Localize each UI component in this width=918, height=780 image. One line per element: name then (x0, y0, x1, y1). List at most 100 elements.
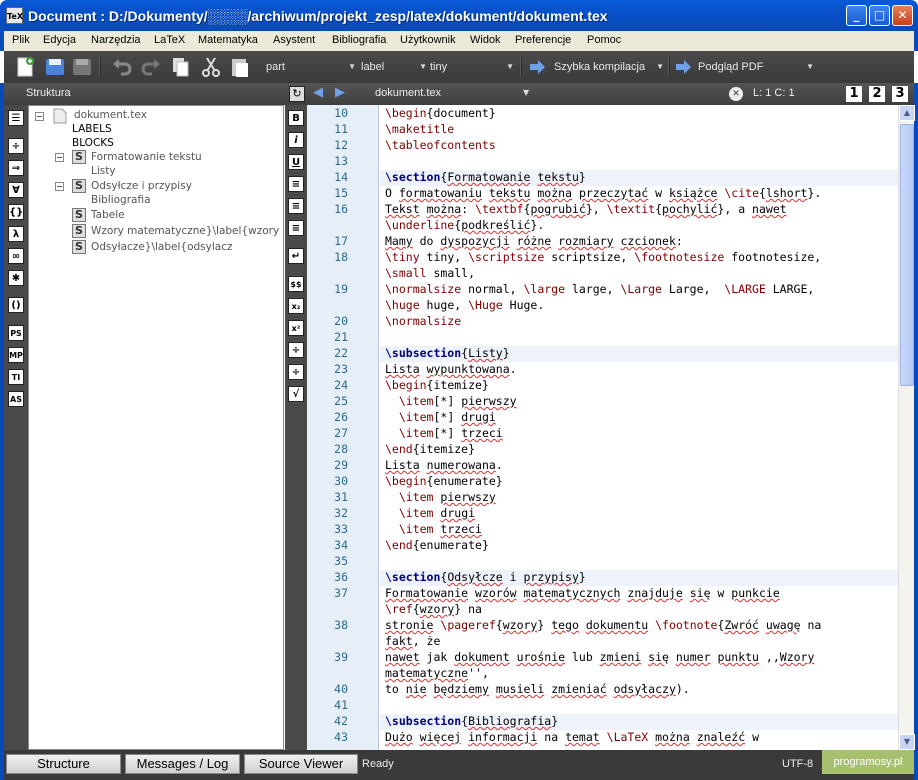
collapse-toggle-icon[interactable]: − (55, 182, 64, 191)
code-line[interactable]: Mamy do dyspozycji różne rozmiary czcion… (385, 234, 683, 248)
arrows-icon[interactable]: ⇒ (8, 160, 24, 176)
code-line[interactable]: Lista numerowana. (385, 458, 503, 472)
pstricks-icon[interactable]: PS (8, 325, 24, 341)
asymptote-icon[interactable]: AS (8, 391, 24, 407)
code-line[interactable]: O formatowaniu tekstu można przeczytać w… (385, 186, 821, 200)
tree-root-file[interactable]: dokument.tex (74, 109, 147, 121)
code-line[interactable]: fakt, że (385, 634, 440, 648)
source-viewer-button[interactable]: Source Viewer (244, 754, 358, 774)
cut-icon[interactable] (200, 56, 222, 78)
new-file-icon[interactable] (14, 56, 36, 78)
code-line[interactable]: Formatowanie wzorów matematycznych znajd… (385, 586, 780, 600)
vertical-scrollbar[interactable]: ▲ ▼ (898, 105, 915, 750)
subscript-icon[interactable]: x₂ (288, 298, 304, 314)
save-all-icon[interactable] (71, 56, 93, 78)
tree-section[interactable]: S Odsyłacze}\label{odsylacz (72, 240, 232, 254)
menu-plik[interactable]: Plik (12, 34, 30, 46)
copy-icon[interactable] (170, 56, 192, 78)
label-combo[interactable]: label ▼ (361, 58, 429, 76)
encoding-indicator[interactable]: UTF-8 (782, 758, 813, 770)
code-editor[interactable]: \begin{document} \maketitle \tableofconten… (380, 105, 898, 750)
code-line[interactable]: \item[*] pierwszy (385, 394, 517, 408)
document-tab[interactable]: dokument.tex (375, 87, 441, 99)
structure-button[interactable]: Structure (6, 754, 121, 774)
menu-narzedzia[interactable]: Narzędzia (91, 34, 141, 46)
preview-arrow-icon[interactable] (674, 58, 692, 76)
preview-combo[interactable]: Podgląd PDF ▼ (698, 58, 816, 76)
menu-pomoc[interactable]: Pomoc (587, 34, 621, 46)
scrollbar-thumb[interactable] (900, 124, 914, 386)
undo-icon[interactable] (111, 56, 133, 78)
code-line[interactable]: matematyczne'', (385, 666, 489, 680)
menu-edycja[interactable]: Edycja (43, 34, 76, 46)
menu-asystent[interactable]: Asystent (273, 34, 315, 46)
code-line[interactable]: \item pierwszy (385, 490, 496, 504)
tree-section[interactable]: S Odsyłcze i przypisy (72, 179, 192, 193)
asterisk-icon[interactable]: ✱ (8, 270, 24, 286)
code-line[interactable]: Dużo więcej informacji na temat \LaTeX m… (385, 730, 759, 744)
scroll-down-icon[interactable]: ▼ (899, 734, 915, 750)
collapse-toggle-icon[interactable]: − (35, 112, 44, 121)
square-root-icon[interactable]: √ (288, 386, 304, 402)
menu-latex[interactable]: LaTeX (154, 34, 185, 46)
code-line[interactable]: \item[*] drugi (385, 410, 496, 424)
code-line[interactable]: \ref{wzory} na (385, 602, 482, 616)
view-1-button[interactable]: 1 (846, 86, 862, 102)
menu-widok[interactable]: Widok (470, 34, 501, 46)
tree-section[interactable]: S Tabele (72, 208, 125, 222)
align-left-icon[interactable]: ≡ (288, 176, 304, 192)
lambda-icon[interactable]: λ (8, 226, 24, 242)
title-bar[interactable]: TeX Document : D:/Dokumenty/░░░░/archiwu… (0, 0, 918, 31)
collapse-toggle-icon[interactable]: − (55, 153, 64, 162)
save-icon[interactable] (44, 56, 66, 78)
menu-matematyka[interactable]: Matematyka (198, 34, 258, 46)
tree-labels[interactable]: LABELS (72, 123, 112, 135)
messages-log-button[interactable]: Messages / Log (125, 754, 240, 774)
code-line[interactable]: \begin{document} (385, 106, 496, 120)
code-line[interactable]: \tiny tiny, \scriptsize scriptsize, \foo… (385, 250, 821, 264)
part-combo[interactable]: part ▼ (266, 58, 358, 76)
infinity-icon[interactable]: ∞ (8, 248, 24, 264)
forall-icon[interactable]: ∀ (8, 182, 24, 198)
close-document-icon[interactable]: ✕ (729, 87, 743, 101)
next-tab-icon[interactable]: ▶ (335, 85, 345, 100)
paste-icon[interactable] (229, 56, 251, 78)
superscript-icon[interactable]: x² (288, 320, 304, 336)
code-line[interactable]: \item[*] trzeci (385, 426, 503, 440)
dfrac-icon[interactable]: ÷ (288, 364, 304, 380)
code-line[interactable]: \subsection{Bibliografia} (385, 714, 558, 728)
redo-icon[interactable] (140, 56, 162, 78)
minimize-button[interactable]: _ (846, 5, 867, 26)
code-line[interactable]: \normalsize (385, 314, 461, 328)
code-line[interactable]: \small small, (385, 266, 475, 280)
code-line[interactable]: \section{Formatowanie tekstu} (385, 170, 586, 184)
scroll-up-icon[interactable]: ▲ (899, 105, 915, 121)
structure-list-icon[interactable]: ☰ (8, 110, 24, 126)
braces-icon[interactable]: {} (8, 204, 24, 220)
menu-bibliografia[interactable]: Bibliografia (332, 34, 386, 46)
code-line[interactable]: to nie będziemy musieli zmieniać odsyłac… (385, 682, 690, 696)
chevron-down-icon[interactable]: ▼ (523, 88, 529, 97)
code-line[interactable]: stronie \pageref{wzory} tego dokumentu \… (385, 618, 821, 632)
code-line[interactable]: \begin{enumerate} (385, 474, 503, 488)
tree-blocks[interactable]: BLOCKS (72, 137, 114, 149)
code-line[interactable]: nawet jak dokument urośnie lub zmieni si… (385, 650, 814, 664)
close-button[interactable]: ✕ (892, 5, 913, 26)
code-line[interactable]: \tableofcontents (385, 138, 496, 152)
code-line[interactable]: \end{enumerate} (385, 538, 489, 552)
code-line[interactable]: Tekst można: \textbf{pogrubić}, \textit{… (385, 202, 787, 216)
tree-section[interactable]: S Wzory matematyczne}\label{wzory (72, 224, 279, 238)
code-line[interactable]: Lista wypunktowana. (385, 362, 517, 376)
quick-build-combo[interactable]: Szybka kompilacja ▼ (554, 58, 666, 76)
code-line[interactable]: \item drugi (385, 506, 475, 520)
operators-icon[interactable]: ÷ (8, 138, 24, 154)
menu-preferencje[interactable]: Preferencje (515, 34, 571, 46)
new-line-icon[interactable]: ↵ (288, 248, 304, 264)
tikz-icon[interactable]: TI (8, 369, 24, 385)
tree-subsection[interactable]: Bibliografia (91, 194, 151, 206)
app-icon[interactable]: TeX (6, 7, 23, 24)
code-line[interactable]: \begin{itemize} (385, 378, 489, 392)
align-right-icon[interactable]: ≡ (288, 220, 304, 236)
bold-icon[interactable]: B (288, 110, 304, 126)
fraction-icon[interactable]: ÷ (288, 342, 304, 358)
